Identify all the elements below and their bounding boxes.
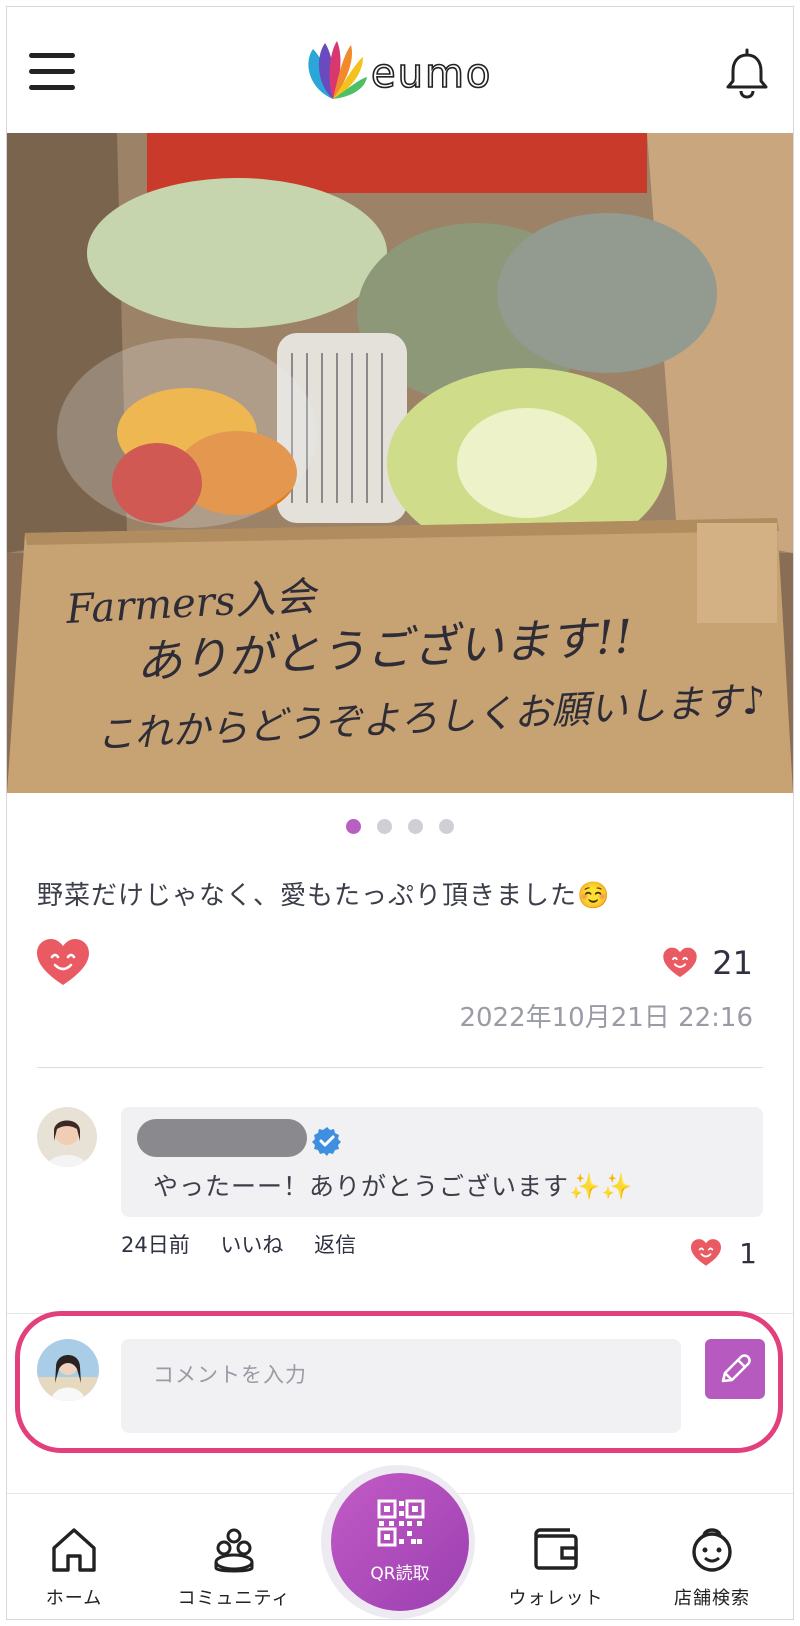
nav-wallet-label: ウォレット: [508, 1588, 604, 1609]
post-photo[interactable]: Farmers入会 ありがとうございます!! これからどうぞよろしくお願いします…: [7, 133, 793, 793]
comment-reply-link[interactable]: 返信: [314, 1233, 356, 1257]
bell-icon[interactable]: [723, 47, 771, 99]
verified-badge-icon: [311, 1125, 343, 1157]
comment-bubble: やったーー！ありがとうございます✨✨: [121, 1107, 763, 1217]
comment-text: やったーー！ありがとうございます✨✨: [153, 1172, 634, 1201]
qr-scan-button[interactable]: QR読取: [331, 1473, 469, 1611]
home-icon: [52, 1528, 96, 1572]
image-pagination: [7, 819, 793, 839]
like-count: 21: [712, 944, 753, 982]
nav-shop-search-label: 店舗検索: [674, 1588, 750, 1609]
comment-input-highlight: [15, 1311, 783, 1453]
app-frame: eumo Farmers入会 ありがとうございます!! これからどうぞよろしくお…: [6, 6, 794, 1620]
comment-like-link[interactable]: いいね: [220, 1233, 283, 1257]
logo-wordmark: eumo: [371, 51, 492, 97]
post-timestamp: 2022年10月21日 22:16: [459, 1003, 753, 1033]
shop-search-icon: [692, 1528, 732, 1572]
comment-age: 24日前: [121, 1233, 190, 1257]
nav-community-label: コミュニティ: [177, 1588, 291, 1609]
nav-home-label: ホーム: [45, 1588, 103, 1609]
commenter-name-redacted[interactable]: [137, 1119, 307, 1157]
pagination-dot-2[interactable]: [377, 819, 392, 834]
hamburger-menu-icon[interactable]: [29, 49, 77, 93]
heart-icon: [663, 947, 697, 978]
qr-code-icon: [377, 1499, 425, 1547]
comment-like-count: 1: [739, 1236, 757, 1270]
pagination-dot-4[interactable]: [439, 819, 454, 834]
wallet-icon: [534, 1528, 578, 1570]
app-header: eumo: [7, 7, 793, 133]
divider: [37, 1067, 763, 1068]
nav-shop-search[interactable]: 店舗検索: [647, 1524, 777, 1610]
post-caption: 野菜だけじゃなく、愛もたっぷり頂きました☺️: [37, 881, 611, 911]
nav-wallet[interactable]: ウォレット: [491, 1524, 621, 1610]
like-heart-button[interactable]: [35, 937, 91, 989]
like-counter: 21: [662, 941, 753, 985]
nav-community[interactable]: コミュニティ: [169, 1524, 299, 1610]
pagination-dot-3[interactable]: [408, 819, 423, 834]
community-icon: [214, 1528, 254, 1573]
comment-like-counter[interactable]: 1: [689, 1233, 757, 1273]
nav-home[interactable]: ホーム: [9, 1524, 139, 1610]
heart-icon: [691, 1239, 722, 1266]
qr-scan-label: QR読取: [370, 1564, 430, 1584]
commenter-avatar[interactable]: [37, 1107, 97, 1167]
comment-meta: 24日前 いいね 返信: [121, 1229, 380, 1259]
eumo-logo: eumo: [303, 41, 493, 107]
pagination-dot-1[interactable]: [346, 819, 361, 834]
